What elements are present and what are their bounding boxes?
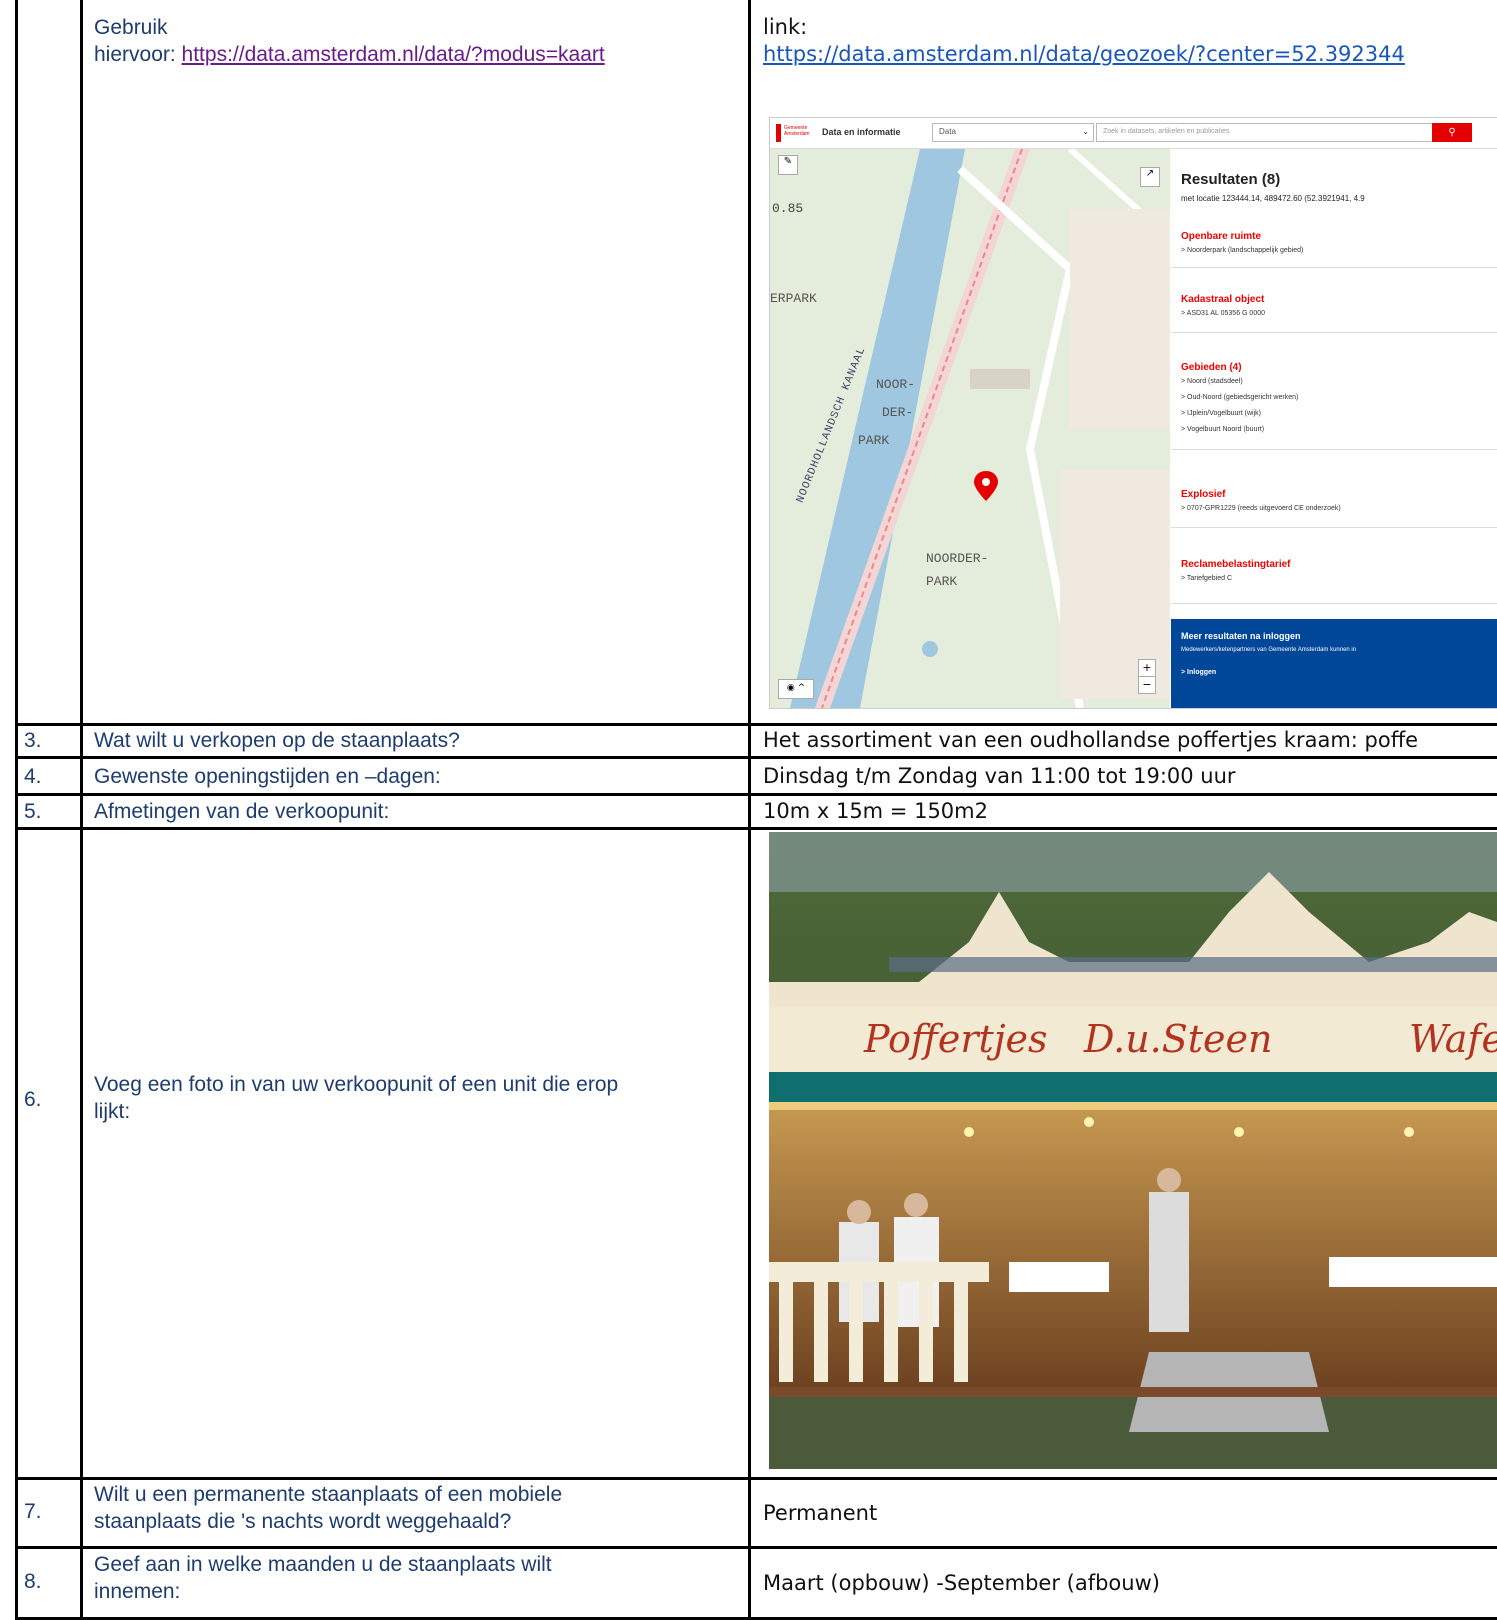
draw-tool-button[interactable]: ✎	[778, 155, 798, 175]
amsterdam-logo	[776, 124, 781, 142]
question-text: Geef aan in welke maanden u de staanplaa…	[94, 1551, 744, 1605]
question-text: Wilt u een permanente staanplaats of een…	[94, 1481, 744, 1535]
section-item[interactable]: > IJplein/Vogelbuurt (wijk)	[1181, 410, 1261, 417]
row-divider	[15, 756, 1497, 759]
row-number: 8.	[24, 1570, 42, 1593]
question-line: Geef aan in welke maanden u de staanplaa…	[94, 1553, 552, 1576]
search-button[interactable]: ⚲	[1432, 123, 1472, 142]
sign-text-left: Poffertjes	[864, 1017, 1048, 1061]
row-divider	[15, 1546, 1497, 1549]
question-text: Voeg een foto in van uw verkoopunit of e…	[94, 1071, 744, 1125]
table-column-divider	[748, 0, 751, 1620]
search-icon: ⚲	[1448, 127, 1456, 138]
question-line: Voeg een foto in van uw verkoopunit of e…	[94, 1073, 619, 1096]
question-text: Wat wilt u verkopen op de staanplaats?	[94, 729, 460, 752]
login-link[interactable]: > Inloggen	[1181, 669, 1216, 676]
section-divider	[1171, 332, 1497, 333]
layers-button[interactable]: ◉ ^	[778, 679, 814, 699]
answer-text: Dinsdag t/m Zondag van 11:00 tot 19:00 u…	[763, 764, 1236, 788]
row-number: 3.	[24, 729, 42, 752]
row-divider	[15, 1477, 1497, 1480]
section-item[interactable]: > Oud-Noord (gebiedsgericht werken)	[1181, 394, 1298, 401]
section-item[interactable]: > ASD31 AL 05356 G 0000	[1181, 310, 1265, 317]
top-right-text: link: https://data.amsterdam.nl/data/geo…	[763, 14, 1405, 68]
section-item[interactable]: > Vogelbuurt Noord (buurt)	[1181, 426, 1264, 433]
map-label: PARK	[926, 574, 958, 589]
question-line: innemen:	[94, 1580, 181, 1603]
kiosk-photo: Poffertjes D.u.Steen Wafe	[769, 832, 1497, 1469]
section-title: Explosief	[1181, 489, 1226, 500]
section-title: Reclamebelastingtarief	[1181, 559, 1291, 570]
map-label: ERPARK	[770, 291, 817, 306]
row-divider	[15, 827, 1497, 830]
section-divider	[1171, 267, 1497, 268]
data-select-value: Data	[939, 127, 956, 136]
scale-text: 0.85	[772, 201, 804, 216]
data-select[interactable]: Data ⌄	[932, 123, 1094, 142]
map-label: NOORDER-	[926, 551, 989, 566]
section-item[interactable]: > Tariefgebied C	[1181, 575, 1232, 582]
table-column-divider	[80, 0, 83, 1620]
results-panel: Resultaten (8) met locatie 123444.14, 48…	[1171, 149, 1497, 708]
kiosk-photo-graphic	[769, 832, 1497, 1469]
zoom-in-button[interactable]: +	[1138, 659, 1156, 677]
login-banner: Meer resultaten na inloggen Medewerkers/…	[1171, 619, 1497, 708]
top-left-text: Gebruik hiervoor: https://data.amsterdam…	[94, 14, 744, 68]
question-text: Afmetingen van de verkoopunit:	[94, 800, 390, 823]
section-title: Gebieden (4)	[1181, 362, 1242, 373]
section-divider	[1171, 527, 1497, 528]
row-number: 4.	[24, 765, 42, 788]
map-screenshot: Gemeente Amsterdam Data en informatie Da…	[769, 117, 1497, 709]
question-line: staanplaats die 's nachts wordt weggehaa…	[94, 1510, 512, 1533]
app-title: Data en informatie	[822, 127, 901, 137]
section-item[interactable]: > Noorderpark (landschappelijk gebied)	[1181, 247, 1303, 254]
results-title: Resultaten (8)	[1181, 171, 1281, 188]
map-label: NOOR-	[876, 377, 916, 392]
answer-text: Permanent	[763, 1501, 878, 1525]
section-item[interactable]: > 0707-GPR1229 (reeds uitgevoerd CE onde…	[1181, 505, 1341, 512]
row-number: 5.	[24, 800, 42, 823]
answer-text: 10m x 15m = 150m2	[763, 799, 988, 823]
section-divider	[1171, 449, 1497, 450]
table-border-left	[15, 0, 18, 1620]
search-input[interactable]: Zoek in datasets, artikelen en publicati…	[1096, 123, 1433, 142]
banner-text: Medewerkers/ketenpartners van Gemeente A…	[1181, 647, 1357, 653]
section-divider	[1171, 603, 1497, 604]
question-line: lijkt:	[94, 1100, 131, 1123]
hiervoor-label: hiervoor:	[94, 43, 182, 66]
section-title: Openbare ruimte	[1181, 231, 1262, 242]
search-placeholder: Zoek in datasets, artikelen en publicati…	[1103, 128, 1230, 135]
map-label: PARK	[858, 433, 890, 448]
sign-text-right: Wafe	[1409, 1017, 1497, 1061]
row-divider	[15, 793, 1497, 796]
map-label: DER-	[882, 405, 914, 420]
map-header: Gemeente Amsterdam Data en informatie Da…	[770, 118, 1497, 149]
hiervoor-line: hiervoor: https://data.amsterdam.nl/data…	[94, 41, 744, 68]
banner-title: Meer resultaten na inloggen	[1181, 631, 1301, 641]
row-number: 7.	[24, 1500, 42, 1523]
section-title: Kadastraal object	[1181, 294, 1265, 305]
expand-icon[interactable]: ↗	[1140, 167, 1160, 187]
answer-text: Maart (opbouw) -September (afbouw)	[763, 1571, 1160, 1595]
map-canvas[interactable]: 0.85 ERPARK NOOR- DER- PARK NOORDER- PAR…	[770, 149, 1170, 708]
question-text: Gewenste openingstijden en –dagen:	[94, 765, 441, 788]
zoom-out-button[interactable]: −	[1138, 676, 1156, 694]
question-line: Wilt u een permanente staanplaats of een…	[94, 1483, 563, 1506]
section-item[interactable]: > Noord (stadsdeel)	[1181, 378, 1243, 385]
chevron-down-icon: ⌄	[1082, 127, 1089, 136]
row-number: 6.	[24, 1088, 42, 1111]
gebruik-label: Gebruik	[94, 16, 168, 39]
brand-text: Gemeente Amsterdam	[784, 125, 810, 137]
answer-text: Het assortiment van een oudhollandse pof…	[763, 728, 1419, 752]
results-subtitle: met locatie 123444.14, 489472.60 (52.392…	[1181, 194, 1365, 203]
row-divider	[15, 723, 1497, 726]
sign-text-middle: D.u.Steen	[1084, 1017, 1273, 1061]
kaart-link[interactable]: https://data.amsterdam.nl/data/?modus=ka…	[182, 43, 605, 66]
geozoek-link[interactable]: https://data.amsterdam.nl/data/geozoek/?…	[763, 42, 1405, 66]
link-label: link:	[763, 15, 808, 39]
